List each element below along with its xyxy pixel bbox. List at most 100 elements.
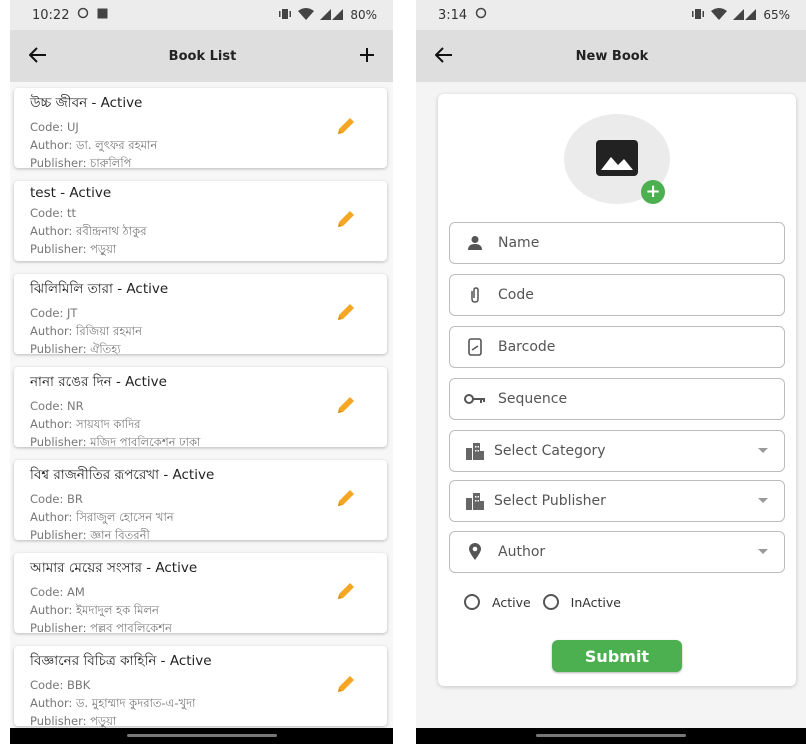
- sequence-placeholder: Sequence: [498, 391, 568, 407]
- barcode-field[interactable]: Barcode: [449, 326, 785, 368]
- inactive-radio[interactable]: [542, 594, 559, 610]
- book-list: উচ্চ জীবন - Active Code: UJ Author: ডা. লু…: [10, 82, 393, 728]
- publisher-placeholder: Select Publisher: [494, 493, 606, 509]
- book-image-picker[interactable]: +: [564, 114, 670, 204]
- app-bar: New Book: [416, 30, 806, 82]
- book-publisher: Publisher: মজিদ পাবলিকেশন ঢাকা: [30, 435, 201, 449]
- edit-pencil-icon[interactable]: [335, 580, 357, 602]
- edit-pencil-icon[interactable]: [335, 208, 357, 230]
- edit-pencil-icon[interactable]: [335, 673, 357, 695]
- home-handle[interactable]: [536, 734, 686, 737]
- book-card[interactable]: ঝিলিমিলি তারা - Active Code: JT Author: রি…: [14, 274, 387, 356]
- book-title: test - Active: [30, 185, 112, 201]
- edit-pencil-icon[interactable]: [335, 394, 357, 416]
- name-field[interactable]: Name: [449, 222, 785, 264]
- signal-icon: [733, 8, 757, 23]
- key-icon: [464, 393, 486, 405]
- book-code: Code: JT: [30, 306, 78, 320]
- book-card[interactable]: আমার মেয়ের সংসার - Active Code: AM Author…: [14, 553, 387, 635]
- system-nav-bar: [10, 728, 393, 744]
- book-author: Author: রিজিয়া রহমান: [30, 324, 142, 338]
- circle-icon: [77, 7, 89, 23]
- code-field[interactable]: Code: [449, 274, 785, 316]
- vibrate-icon: [278, 8, 292, 23]
- building-icon: [464, 442, 486, 460]
- image-icon: [596, 140, 638, 180]
- publisher-select[interactable]: Select Publisher: [449, 480, 785, 522]
- plus-icon[interactable]: [355, 44, 379, 68]
- active-radio[interactable]: [464, 594, 480, 610]
- category-placeholder: Select Category: [494, 443, 606, 459]
- book-publisher: Publisher: চারুলিপি: [30, 156, 132, 170]
- wifi-icon: [298, 7, 315, 23]
- book-title: উচ্চ জীবন - Active: [30, 95, 143, 111]
- gallery-notification-icon: [97, 8, 108, 23]
- book-title: বিশ্ব রাজনীতির রূপরেখা - Active: [30, 467, 215, 483]
- dropdown-caret-icon: [758, 498, 768, 503]
- battery-percent: 65%: [763, 8, 790, 22]
- active-radio-label: Active: [492, 594, 531, 610]
- edit-pencil-icon[interactable]: [335, 115, 357, 137]
- author-select[interactable]: Author: [449, 531, 785, 573]
- dropdown-caret-icon: [758, 448, 768, 453]
- back-arrow-icon[interactable]: [432, 44, 456, 68]
- book-card[interactable]: বিজ্ঞানের বিচিত্র কাহিনি - Active Code: B…: [14, 646, 387, 728]
- signal-icon: [320, 8, 344, 23]
- book-author: Author: সিরাজুল হোসেন খান: [30, 510, 174, 524]
- back-arrow-icon[interactable]: [26, 44, 50, 68]
- status-bar: 10:22 80%: [10, 0, 393, 30]
- status-bar: 3:14 65%: [416, 0, 806, 30]
- dropdown-caret-icon: [758, 549, 768, 554]
- building-icon: [464, 492, 486, 510]
- home-handle[interactable]: [126, 734, 277, 737]
- book-card[interactable]: উচ্চ জীবন - Active Code: UJ Author: ডা. লু…: [14, 88, 387, 170]
- code-placeholder: Code: [498, 287, 534, 303]
- new-book-form: + Name Code Barcode Sequence Select Cate…: [438, 94, 796, 686]
- book-publisher: Publisher: পল্লব পাবলিকেশন: [30, 621, 172, 635]
- add-image-icon[interactable]: +: [641, 180, 665, 204]
- person-icon: [464, 235, 486, 251]
- book-author: Author: রবীন্দ্রনাথ ঠাকুর: [30, 224, 147, 238]
- book-title: আমার মেয়ের সংসার - Active: [30, 560, 198, 576]
- book-author: Author: ড. মুহাম্মাদ কুদরাত-এ-খুদা: [30, 696, 196, 710]
- book-code: Code: AM: [30, 585, 85, 599]
- wifi-icon: [711, 7, 728, 23]
- book-author: Author: ইমদাদুল হক মিলন: [30, 603, 159, 617]
- book-author: Author: ডা. লুৎফর রহমান: [30, 138, 158, 152]
- book-card[interactable]: নানা রঙের দিন - Active Code: NR Author: সা…: [14, 367, 387, 449]
- book-card[interactable]: test - Active Code: tt Author: রবীন্দ্রনাথ…: [14, 181, 387, 261]
- new-book-screen: 3:14 65% New Book + Name Code Barcode Se…: [416, 0, 806, 744]
- vibrate-icon: [691, 8, 705, 23]
- battery-percent: 80%: [350, 8, 377, 22]
- book-code: Code: BBK: [30, 678, 91, 692]
- book-code: Code: BR: [30, 492, 83, 506]
- name-placeholder: Name: [498, 235, 540, 251]
- circle-icon: [475, 7, 487, 23]
- submit-button[interactable]: Submit: [552, 640, 682, 672]
- book-publisher: Publisher: জ্ঞান বিতরনী: [30, 528, 150, 542]
- barcode-icon: [464, 338, 486, 356]
- category-select[interactable]: Select Category: [449, 430, 785, 472]
- edit-pencil-icon[interactable]: [335, 301, 357, 323]
- inactive-radio-label: InActive: [570, 594, 621, 610]
- status-radio-group: Active InActive: [464, 594, 621, 610]
- system-nav-bar: [416, 728, 806, 744]
- book-code: Code: NR: [30, 399, 84, 413]
- page-title: Book List: [168, 48, 237, 64]
- location-pin-icon: [464, 543, 486, 561]
- paperclip-icon: [464, 286, 486, 304]
- page-title: New Book: [575, 48, 649, 64]
- app-bar: Book List: [10, 30, 393, 82]
- book-card[interactable]: বিশ্ব রাজনীতির রূপরেখা - Active Code: BR A…: [14, 460, 387, 542]
- book-title: নানা রঙের দিন - Active: [30, 374, 167, 390]
- book-list-screen: 10:22 80% Book List উচ্চ জীবন - Active C…: [10, 0, 393, 744]
- edit-pencil-icon[interactable]: [335, 487, 357, 509]
- book-title: ঝিলিমিলি তারা - Active: [30, 281, 169, 297]
- sequence-field[interactable]: Sequence: [449, 378, 785, 420]
- book-author: Author: সায়যাদ কাদির: [30, 417, 141, 431]
- book-title: বিজ্ঞানের বিচিত্র কাহিনি - Active: [30, 653, 212, 669]
- status-time: 10:22: [32, 7, 70, 23]
- status-time: 3:14: [438, 7, 468, 23]
- book-code: Code: UJ: [30, 120, 79, 134]
- author-placeholder: Author: [498, 544, 546, 560]
